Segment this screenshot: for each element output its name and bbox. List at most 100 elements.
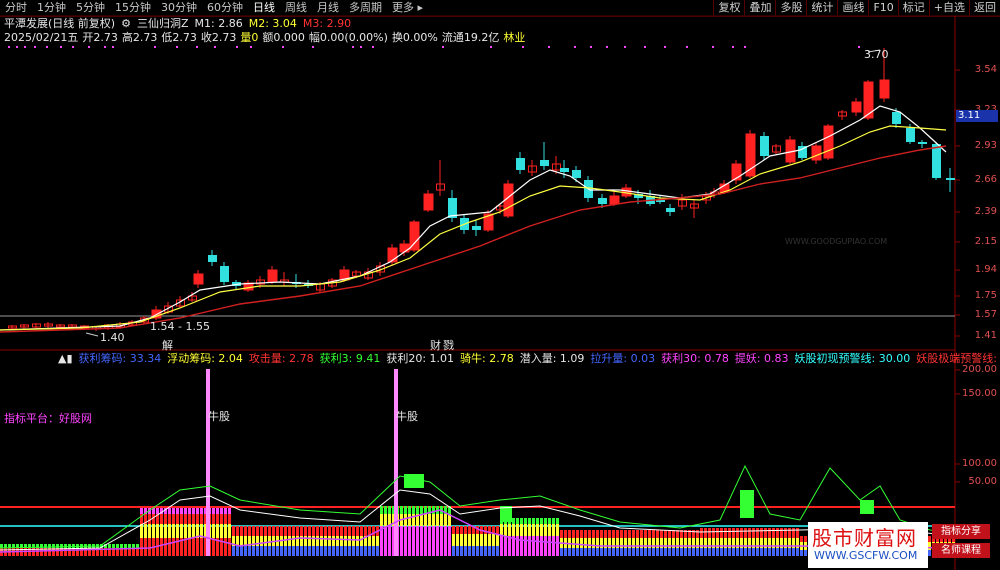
- indicator-bar: [472, 546, 475, 556]
- indicator-bar: [132, 544, 135, 548]
- indicator-bar: [372, 536, 375, 546]
- indicator-bar: [332, 526, 335, 536]
- signal-dot: [72, 46, 74, 48]
- indicator-bar: [456, 546, 459, 556]
- indicator-bar: [288, 546, 291, 556]
- indicator-bar: [628, 548, 631, 556]
- indicator-bar: [632, 530, 635, 538]
- watermark-tag-share[interactable]: 指标分享: [932, 524, 990, 539]
- indicator-bar: [544, 536, 547, 556]
- indicator-bar: [548, 518, 551, 524]
- indicator-bar: [184, 538, 187, 556]
- indicator-bar: [192, 524, 195, 538]
- indicator-bar: [528, 524, 531, 536]
- indicator-bar: [180, 514, 183, 524]
- indicator-bar: [596, 530, 599, 538]
- indicator-bar: [200, 538, 203, 556]
- indicator-bar: [368, 536, 371, 546]
- indicator-bar: [556, 518, 559, 524]
- indicator-bar: [780, 528, 783, 538]
- indicator-bar: [196, 508, 199, 514]
- site-watermark: 股市财富网 WWW.GSCFW.COM: [808, 522, 928, 568]
- indicator-bar: [588, 538, 591, 548]
- indicator-bar: [764, 528, 767, 538]
- indicator-bar: [280, 546, 283, 556]
- indicator-bars-icon[interactable]: ▲▮: [58, 352, 73, 366]
- indicator-bar: [656, 530, 659, 538]
- candle-body: [946, 178, 955, 180]
- watermark-tag-course[interactable]: 名师课程: [932, 543, 990, 558]
- spike-bar-1: [206, 369, 210, 556]
- indicator-bar: [268, 526, 271, 536]
- indicator-bar: [788, 528, 791, 538]
- indicator-bar: [336, 536, 339, 546]
- indicator-bar: [224, 508, 227, 514]
- indicator-bar: [788, 548, 791, 556]
- indicator-bar: [460, 526, 463, 534]
- indicator-bar: [184, 514, 187, 524]
- indicator-bar: [728, 528, 731, 538]
- indicator-bar: [704, 528, 707, 538]
- indicator-bar: [440, 514, 443, 526]
- indicator-bar: [252, 526, 255, 536]
- kline-chart[interactable]: [0, 0, 1000, 570]
- indicator-bar: [212, 538, 215, 556]
- indicator-bar: [628, 530, 631, 538]
- indicator-bar: [372, 546, 375, 556]
- indicator-bar: [708, 548, 711, 556]
- indicator-bar: [232, 546, 235, 556]
- candle-body: [193, 273, 204, 285]
- indicator-bar: [444, 514, 447, 526]
- indicator-bar: [592, 530, 595, 538]
- indicator-bar: [648, 530, 651, 538]
- indicator-bar: [608, 530, 611, 538]
- indicator-bar: [584, 538, 587, 548]
- indicator-bar: [268, 536, 271, 546]
- indicator-bar: [452, 546, 455, 556]
- indicator-value-row: ▲▮ 获利筹码: 33.34 浮动筹码: 2.04 攻击量: 2.78 获利3: 9.4…: [58, 352, 1000, 366]
- indicator-bar: [432, 506, 435, 514]
- event-marker-1[interactable]: 解: [162, 337, 173, 353]
- indicator-bar: [188, 524, 191, 538]
- indicator-bar: [152, 514, 155, 524]
- indicator-bar: [456, 526, 459, 534]
- indicator-bar: [224, 538, 227, 556]
- event-marker-2[interactable]: 财: [430, 337, 441, 353]
- indicator-bar: [144, 524, 147, 538]
- indicator-bar: [316, 546, 319, 556]
- indicator-bar: [540, 518, 543, 524]
- indicator-bar: [540, 524, 543, 536]
- indicator-bar: [464, 534, 467, 546]
- price-axis: 3.543.232.932.662.392.151.941.751.571.41…: [955, 0, 1000, 570]
- signal-dot: [574, 46, 576, 48]
- indicator-bar: [740, 548, 743, 556]
- indicator-bar: [212, 508, 215, 514]
- indicator-bar: [388, 526, 391, 556]
- indicator-bar: [488, 546, 491, 556]
- signal-dot: [490, 46, 492, 48]
- indicator-bar: [236, 526, 239, 536]
- indicator-bar: [184, 508, 187, 514]
- spike-bar-2: [394, 369, 398, 556]
- event-marker-3[interactable]: 戮: [443, 337, 454, 353]
- signal-dot: [46, 46, 48, 48]
- indicator-bar: [232, 526, 235, 536]
- indicator-bar: [668, 530, 671, 538]
- signal-dot: [664, 46, 666, 48]
- indicator-bar: [500, 524, 503, 536]
- indicator-bar: [732, 548, 735, 556]
- indicator-bar: [400, 526, 403, 556]
- indicator-bar: [240, 526, 243, 536]
- indicator-item-7: 拉升量: 0.03: [590, 352, 656, 365]
- indicator-bar: [72, 548, 75, 556]
- high-label: 3.70: [864, 48, 889, 61]
- indicator-bar: [244, 546, 247, 556]
- indicator-bar: [696, 548, 699, 556]
- indicator-bar: [156, 524, 159, 538]
- indicator-bar: [388, 506, 391, 514]
- indicator-bar: [324, 526, 327, 536]
- indicator-bar: [572, 530, 575, 538]
- indicator-bar: [180, 508, 183, 514]
- indicator-bar: [404, 526, 407, 556]
- indicator-bar: [340, 536, 343, 546]
